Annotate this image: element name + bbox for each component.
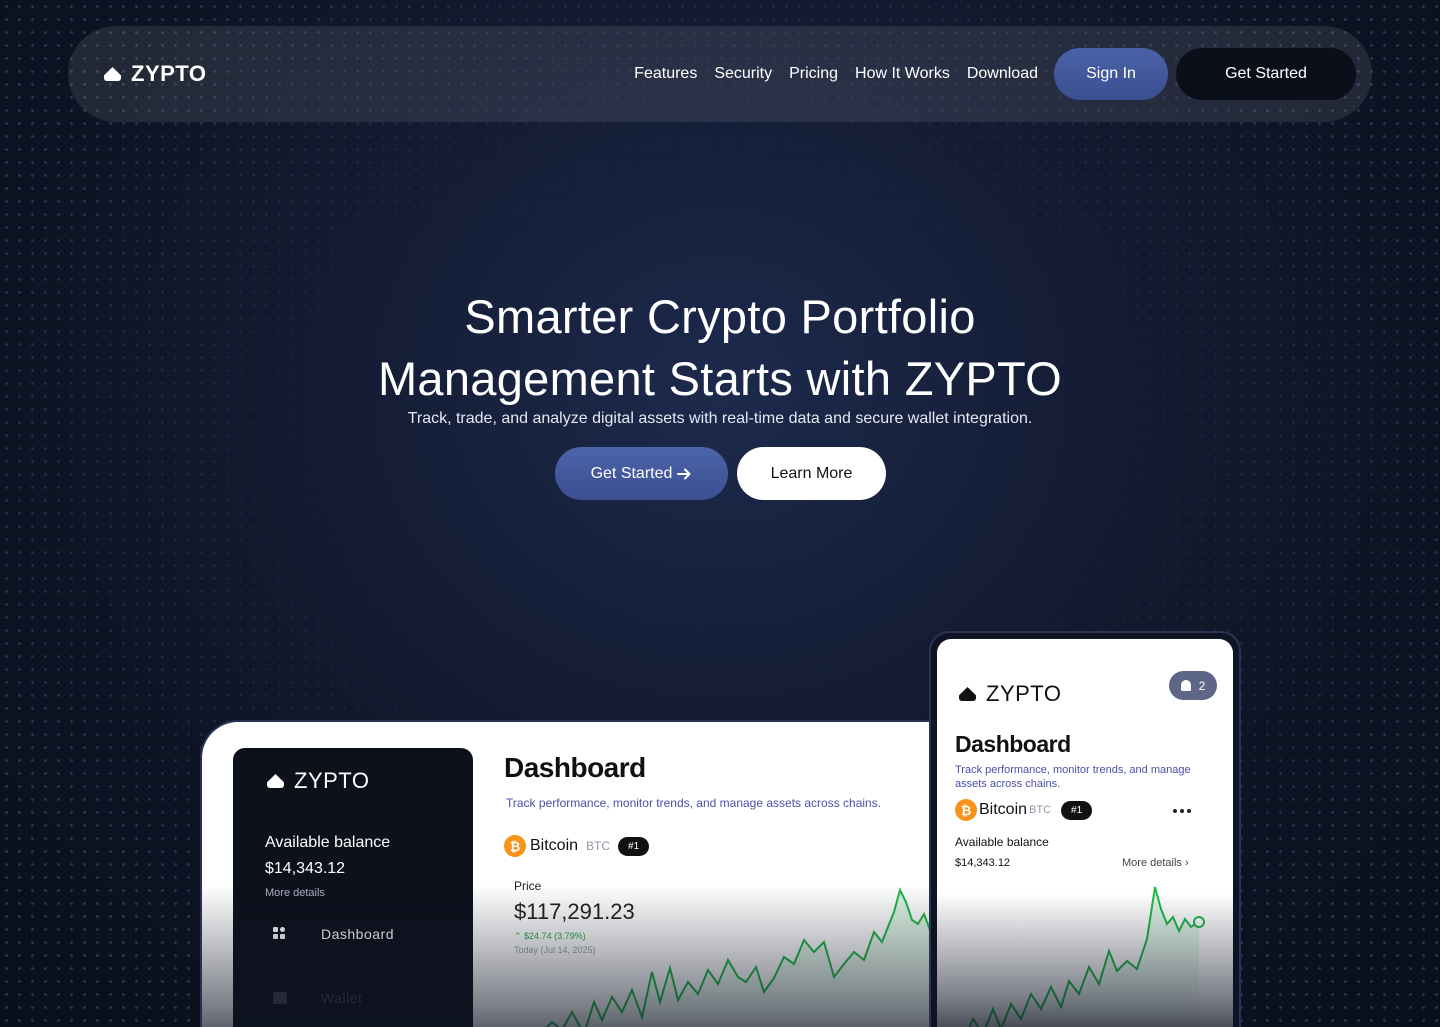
rank-badge: #1 <box>1061 800 1093 820</box>
coin-ticker: BTC <box>1029 804 1052 816</box>
nav-get-started-button[interactable]: Get Started <box>1176 48 1356 100</box>
zypto-logo-icon <box>959 687 976 701</box>
zypto-logo-icon <box>267 774 284 788</box>
sidebar: ZYPTO Available balance $14,343.12 More … <box>233 748 473 1027</box>
nav-link-download[interactable]: Download <box>967 65 1038 83</box>
sidebar-logo: ZYPTO <box>267 768 369 794</box>
hero-get-started-label: Get Started <box>590 464 673 482</box>
price-line-chart <box>545 887 960 1027</box>
sidebar-item-label: Dashboard <box>321 926 394 942</box>
more-options-icon[interactable] <box>1173 809 1191 813</box>
bell-icon <box>1180 680 1191 691</box>
balance-value: $14,343.12 <box>265 860 346 877</box>
mobile-price-line-chart <box>968 886 1205 1027</box>
hero-subtitle: Track, trade, and analyze digital assets… <box>407 410 1033 427</box>
coin-ticker: BTC <box>586 839 611 853</box>
nav-link-how-it-works[interactable]: How It Works <box>855 65 950 83</box>
sign-in-button[interactable]: Sign In <box>1054 48 1168 100</box>
mobile-dashboard-mockup: ZYPTO 2 Dashboard Track performance, mon… <box>929 631 1241 1027</box>
hero-get-started-button[interactable]: Get Started <box>555 447 728 500</box>
sidebar-item-wallet[interactable]: Wallet <box>273 990 362 1006</box>
mobile-logo: ZYPTO <box>959 681 1061 707</box>
bitcoin-icon: ₿ <box>955 799 977 821</box>
mobile-balance-value: $14,343.12 <box>955 857 1011 869</box>
trend-up-icon: ⌃ <box>514 931 525 941</box>
brand-logo[interactable]: ZYPTO <box>104 61 206 87</box>
mobile-screen: ZYPTO 2 Dashboard Track performance, mon… <box>937 639 1233 1027</box>
notification-button[interactable]: 2 <box>1169 671 1217 700</box>
nav-links: Features Security Pricing How It Works D… <box>634 65 1038 83</box>
nav-link-features[interactable]: Features <box>634 65 697 83</box>
arrow-right-icon <box>677 468 691 479</box>
top-navbar: ZYPTO Features Security Pricing How It W… <box>68 26 1372 122</box>
mobile-dashboard-title: Dashboard <box>955 731 1071 757</box>
hero-title-line2: Management Starts with ZYPTO <box>377 352 1063 405</box>
balance-label: Available balance <box>265 834 391 851</box>
dashboard-title: Dashboard <box>504 752 646 783</box>
hero-cta-group: Get Started Learn More <box>555 447 886 500</box>
coin-name: Bitcoin <box>530 837 579 854</box>
chart-current-point <box>1193 916 1205 928</box>
zypto-logo-icon <box>104 67 121 81</box>
coin-header[interactable]: ₿ Bitcoin BTC #1 <box>504 835 881 857</box>
nav-link-security[interactable]: Security <box>714 65 772 83</box>
nav-link-pricing[interactable]: Pricing <box>789 65 838 83</box>
notification-count: 2 <box>1198 678 1206 693</box>
sidebar-item-label: Wallet <box>321 990 363 1006</box>
learn-more-button[interactable]: Learn More <box>737 447 886 500</box>
hero-title-line1: Smarter Crypto Portfolio <box>464 290 976 343</box>
mobile-brand-name: ZYPTO <box>986 681 1062 706</box>
desktop-dashboard-mockup: ZYPTO Available balance $14,343.12 More … <box>200 720 960 1027</box>
grid-icon <box>273 927 287 941</box>
dashboard-subtitle: Track performance, monitor trends, and m… <box>506 796 882 810</box>
mobile-coin-header[interactable]: ₿ Bitcoin BTC #1 <box>955 799 1093 821</box>
rank-badge: #1 <box>618 836 650 856</box>
brand-name: ZYPTO <box>131 61 207 86</box>
mobile-balance-label: Available balance <box>955 835 1049 849</box>
coin-name: Bitcoin <box>979 801 1028 818</box>
sidebar-item-dashboard[interactable]: Dashboard <box>273 926 394 942</box>
mobile-more-details-link[interactable]: More details › <box>1122 857 1189 869</box>
wallet-icon <box>273 992 287 1004</box>
hero-title: Smarter Crypto Portfolio Management Star… <box>0 286 1440 410</box>
more-details-label: More details <box>1122 857 1182 869</box>
bitcoin-icon: ₿ <box>504 835 526 857</box>
mobile-dashboard-subtitle: Track performance, monitor trends, and m… <box>955 764 1191 790</box>
sidebar-brand-name: ZYPTO <box>294 768 370 793</box>
more-details-link[interactable]: More details <box>265 887 325 899</box>
chevron-right-icon: › <box>1184 857 1189 869</box>
